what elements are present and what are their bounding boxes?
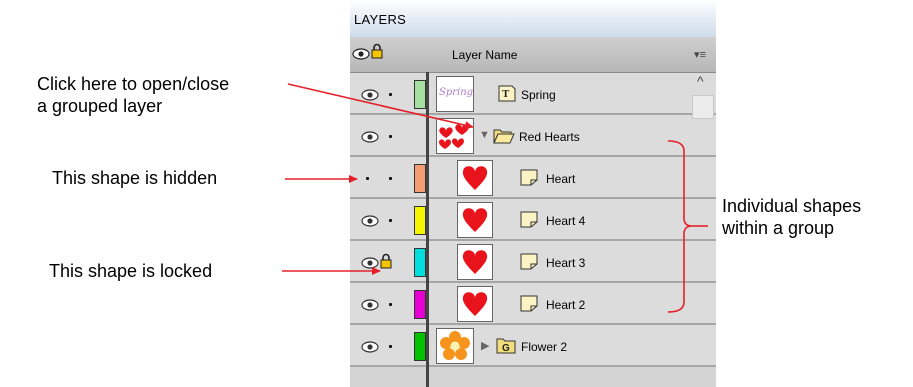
group-bracket — [667, 140, 693, 313]
annotation-overlay — [282, 83, 708, 313]
arrow-open-close — [287, 83, 474, 130]
